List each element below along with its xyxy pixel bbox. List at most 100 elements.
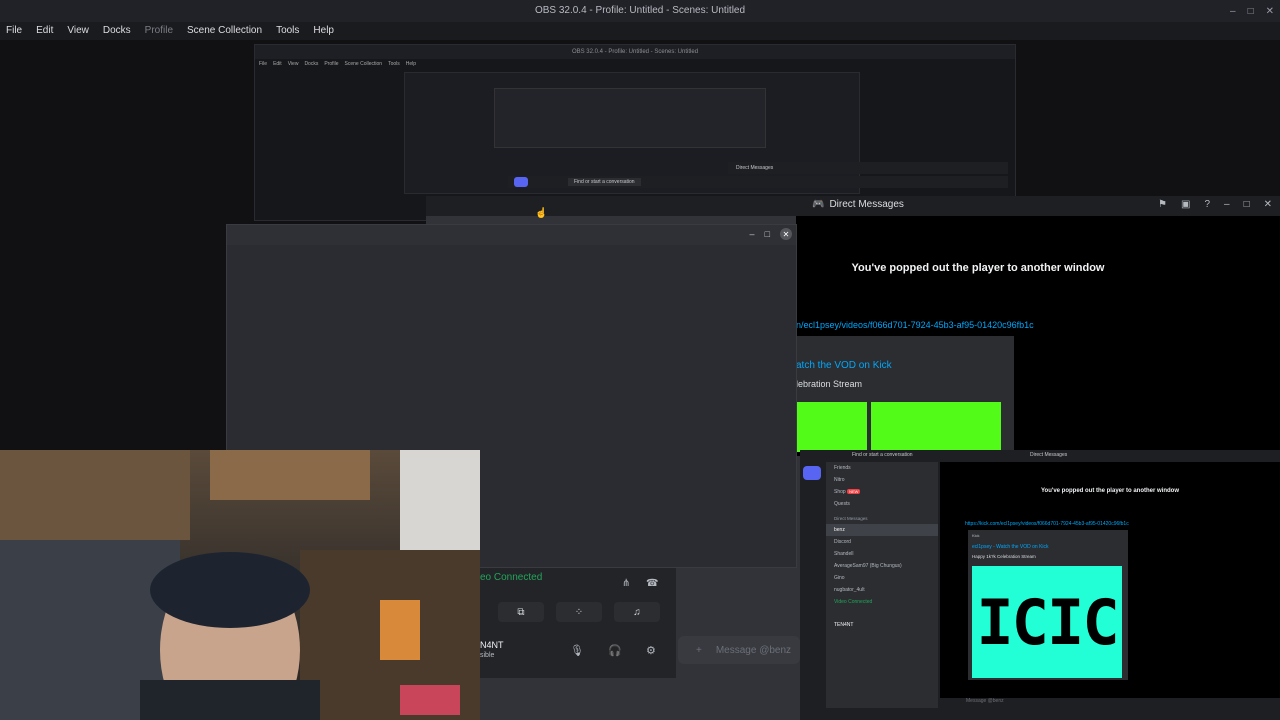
popout-controls: – □ ✕ bbox=[750, 228, 792, 240]
discord-logo-icon bbox=[803, 466, 821, 480]
mini-title-bar: Find or start a conversation Direct Mess… bbox=[800, 450, 1280, 462]
nested-menu-docks: Docks bbox=[304, 61, 319, 67]
discord-logo-icon: 🎮 bbox=[812, 199, 825, 210]
maximize-icon[interactable]: □ bbox=[765, 229, 770, 239]
settings-gear-icon[interactable]: ⚙ bbox=[646, 644, 656, 657]
soundboard-icon: ♫ bbox=[633, 606, 641, 618]
nested-find-conversation: Find or start a conversation bbox=[568, 178, 641, 186]
minimize-icon[interactable]: – bbox=[1224, 199, 1230, 210]
close-icon[interactable]: ✕ bbox=[1264, 199, 1272, 210]
mini-popped-out: You've popped out the player to another … bbox=[1041, 488, 1179, 494]
mini-embed-source: Kick bbox=[972, 533, 980, 538]
menu-profile[interactable]: Profile bbox=[145, 22, 173, 40]
mini-dm-item: AverageSam97 (Big Chungus) bbox=[834, 563, 902, 569]
discord-title-bar: 🎮 Direct Messages ⚑ ▣ ? – □ ✕ bbox=[426, 196, 1280, 216]
mini-message-input: Message @benz bbox=[940, 698, 1280, 712]
mini-shop-label: Shop bbox=[834, 489, 846, 495]
maximize-icon[interactable]: □ bbox=[1248, 6, 1254, 17]
nested-direct-messages: Direct Messages bbox=[736, 165, 774, 171]
mini-channel-shop: Shop NEW bbox=[826, 486, 938, 498]
disconnect-icon[interactable]: ☎ bbox=[646, 578, 658, 589]
microphone-icon[interactable]: 🎙 bbox=[570, 644, 584, 657]
nested-menu-tools: Tools bbox=[388, 61, 400, 67]
menu-tools[interactable]: Tools bbox=[276, 22, 299, 40]
mini-shop-badge: NEW bbox=[847, 489, 861, 494]
discord-window-title: Direct Messages bbox=[829, 199, 904, 210]
minimize-icon[interactable]: – bbox=[750, 229, 755, 239]
kick-thumbnail-left[interactable] bbox=[797, 402, 867, 452]
mini-dm-item: Shandell bbox=[834, 551, 854, 557]
nested-menu-view: View bbox=[287, 61, 299, 67]
vod-subtitle: lebration Stream bbox=[796, 379, 863, 389]
user-status: sible bbox=[480, 652, 495, 659]
vod-title[interactable]: atch the VOD on Kick bbox=[796, 360, 892, 371]
mini-channel-nitro: Nitro bbox=[834, 477, 845, 483]
nested-obs-capture-3 bbox=[494, 88, 766, 148]
nested-menu-scene-collection: Scene Collection bbox=[344, 61, 383, 67]
mini-vod-link: https://kick.com/ecl1psey/videos/f066d70… bbox=[965, 521, 1129, 527]
nested-dm-strip: Direct Messages bbox=[728, 162, 1008, 174]
kick-thumbnail-right[interactable] bbox=[871, 402, 1001, 452]
plus-icon[interactable]: + bbox=[696, 645, 702, 656]
flag-icon[interactable]: ⚑ bbox=[1158, 199, 1167, 210]
popout-title-bar: – □ ✕ bbox=[227, 225, 796, 245]
close-icon[interactable]: ✕ bbox=[1266, 6, 1274, 17]
nested-discord-strip: Find or start a conversation bbox=[508, 176, 1008, 188]
mouse-cursor-icon: ☝ bbox=[535, 208, 548, 219]
menu-scene-collection[interactable]: Scene Collection bbox=[187, 22, 262, 40]
inbox-icon[interactable]: ▣ bbox=[1181, 199, 1190, 210]
headphones-icon[interactable]: 🎧 bbox=[608, 644, 622, 657]
mini-channel-list: Friends Nitro Shop NEW Quests Direct Mes… bbox=[826, 462, 938, 708]
mini-vod-subtitle: Happy 1k?k Celebration Stream bbox=[972, 554, 1036, 559]
mini-kick-thumbnail: ICIC bbox=[972, 566, 1122, 678]
obs-window-title: OBS 32.0.4 - Profile: Untitled - Scenes:… bbox=[534, 5, 746, 16]
close-icon[interactable]: ✕ bbox=[780, 228, 792, 240]
mini-dm-header: Direct Messages bbox=[834, 516, 868, 521]
nested-menu-help: Help bbox=[405, 61, 417, 67]
screen-share-icon: ⧉ bbox=[517, 606, 525, 618]
vod-link[interactable]: n/ecl1psey/videos/f066d701-7924-45b3-af9… bbox=[796, 320, 1034, 330]
menu-file[interactable]: File bbox=[6, 22, 22, 40]
maximize-icon[interactable]: □ bbox=[1244, 199, 1250, 210]
mini-dm-item: nugbator_4ult bbox=[834, 587, 865, 593]
menu-view[interactable]: View bbox=[67, 22, 89, 40]
menu-docks[interactable]: Docks bbox=[103, 22, 131, 40]
popped-out-message: You've popped out the player to another … bbox=[851, 262, 1105, 274]
nested-menu-edit: Edit bbox=[273, 61, 282, 67]
discord-title: 🎮 Direct Messages bbox=[812, 199, 904, 210]
nested-menu-profile: Profile bbox=[324, 61, 339, 67]
nested-menu-file: File bbox=[259, 61, 268, 67]
webcam-scene bbox=[0, 450, 480, 720]
mini-find-conversation: Find or start a conversation bbox=[852, 452, 913, 458]
username: N4NT bbox=[480, 640, 504, 650]
window-controls: – □ ✕ bbox=[1230, 0, 1274, 22]
kick-logo-icon: ICIC bbox=[976, 585, 1119, 659]
mini-window-title: Direct Messages bbox=[1030, 452, 1068, 458]
message-input[interactable]: + Message @benz bbox=[678, 636, 800, 664]
mini-channel-friends: Friends bbox=[834, 465, 851, 471]
screen-share-button[interactable]: ⧉ bbox=[498, 602, 544, 622]
discord-logo-icon bbox=[514, 177, 528, 187]
menu-edit[interactable]: Edit bbox=[36, 22, 53, 40]
mini-dm-item: Gino bbox=[834, 575, 845, 581]
obs-menu-bar: File Edit View Docks Profile Scene Colle… bbox=[0, 22, 1280, 40]
message-placeholder: Message @benz bbox=[715, 644, 792, 656]
activities-button[interactable]: ⁘ bbox=[556, 602, 602, 622]
mini-server-sidebar bbox=[800, 462, 824, 720]
voice-status: eo Connected bbox=[480, 572, 543, 583]
minimize-icon[interactable]: – bbox=[1230, 6, 1236, 17]
webcam-feed bbox=[0, 450, 480, 720]
nested-obs-title: OBS 32.0.4 - Profile: Untitled - Scenes:… bbox=[255, 45, 1015, 59]
mini-discord-capture: Find or start a conversation Direct Mess… bbox=[800, 450, 1280, 720]
mini-dm-item: benz bbox=[826, 524, 938, 536]
mini-voice-status: Video Connected bbox=[834, 599, 873, 605]
soundboard-button[interactable]: ♫ bbox=[614, 602, 660, 622]
mini-dm-item: Discord bbox=[834, 539, 851, 545]
nested-obs-menu: File Edit View Docks Profile Scene Colle… bbox=[255, 59, 1015, 69]
menu-help[interactable]: Help bbox=[313, 22, 334, 40]
activities-icon: ⁘ bbox=[574, 606, 584, 618]
obs-title-bar: OBS 32.0.4 - Profile: Untitled - Scenes:… bbox=[0, 0, 1280, 22]
help-icon[interactable]: ? bbox=[1204, 199, 1210, 210]
mini-username: TEN4NT bbox=[834, 622, 854, 628]
noise-suppression-icon[interactable]: ⋔ bbox=[622, 578, 630, 589]
